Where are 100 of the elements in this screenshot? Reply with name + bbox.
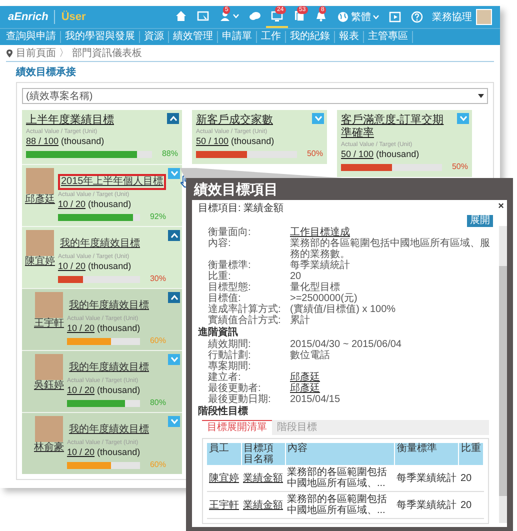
actual-target-value[interactable]: 50 / 100: [196, 136, 229, 146]
actual-target-value[interactable]: 10 / 20: [58, 199, 86, 209]
tab[interactable]: 目標展開清單: [202, 420, 272, 435]
field-value: 20: [290, 271, 302, 282]
photo-placeholder: [35, 416, 63, 442]
field-value: 2015/04/15: [290, 394, 342, 405]
table-link[interactable]: 王宇軒: [209, 500, 239, 510]
table-link[interactable]: 業績金額: [243, 500, 283, 510]
home-icon[interactable]: [175, 10, 187, 22]
field-label: 目標值:: [208, 293, 241, 304]
table-link[interactable]: 業績金額: [243, 472, 283, 484]
employee-name[interactable]: 吳鈺婷: [34, 380, 64, 391]
chevron-up-icon: [170, 116, 176, 121]
item-header: 目標項目: 業績金額: [198, 203, 284, 215]
expand-button[interactable]: [457, 113, 469, 124]
help-icon[interactable]: [411, 11, 423, 23]
photo-placeholder: [35, 354, 63, 380]
location-pin-icon: [6, 48, 13, 58]
field-link[interactable]: 邱彥廷: [290, 383, 320, 394]
table-link[interactable]: 陳宜婷: [209, 472, 239, 484]
scrollbar-thumb[interactable]: [499, 266, 507, 496]
field-label: 行動計劃:: [208, 350, 252, 361]
document-icon[interactable]: [293, 10, 305, 22]
actual-target-value[interactable]: 10 / 20: [58, 261, 86, 271]
close-button[interactable]: ×: [498, 202, 504, 212]
field-link[interactable]: 工作目標達成: [290, 227, 350, 238]
field-value: >=2500000(元): [290, 293, 358, 304]
field-link[interactable]: 邱彥廷: [290, 372, 320, 383]
unit-label: (thousand): [376, 149, 420, 159]
percent-label: 50%: [450, 161, 468, 173]
expand-button[interactable]: [168, 168, 180, 179]
percent-label: 50%: [306, 148, 323, 160]
field-label: 內容:: [208, 238, 232, 251]
collapse-button[interactable]: [168, 230, 180, 241]
column-header: 目標項目名稱: [244, 443, 274, 465]
chat-icon[interactable]: [249, 10, 261, 22]
section-title: 進階資訊: [198, 327, 239, 338]
screen-pointer-icon[interactable]: [197, 10, 209, 22]
table-cell: 業務部的各區範圍包括中國地區所有區域、...: [287, 494, 387, 516]
unit-label: (thousand): [231, 136, 274, 146]
section-title: 階段性目標: [198, 406, 249, 418]
goal-title[interactable]: 我的年度績效目標: [67, 298, 151, 314]
chevron-up-icon: [170, 233, 178, 238]
expand-button[interactable]: [168, 416, 180, 427]
unit-label: (thousand): [88, 199, 132, 209]
field-label: 績效期間:: [208, 339, 252, 350]
actual-target-value[interactable]: 10 / 20: [67, 385, 95, 395]
chevron-down-icon: [170, 171, 178, 176]
chevron-down-icon: [170, 357, 178, 362]
expand-button[interactable]: [312, 113, 324, 124]
actual-target-value[interactable]: 10 / 20: [67, 323, 95, 333]
unit-label: (thousand): [97, 385, 140, 395]
actual-target-value[interactable]: 10 / 20: [67, 447, 95, 457]
collapse-button[interactable]: [168, 292, 180, 303]
percent-label: 88%: [160, 148, 178, 160]
field-value: 累計: [290, 315, 311, 326]
avatar-placeholder[interactable]: [476, 9, 492, 25]
field-label: 最後更動者:: [208, 383, 261, 394]
actual-target-value[interactable]: 50 / 100: [341, 149, 374, 159]
goal-title[interactable]: 我的年度績效目標: [67, 360, 151, 376]
employee-name[interactable]: 陳宜婷: [25, 256, 55, 267]
employee-name[interactable]: 邱彥廷: [25, 194, 55, 205]
table-cell: 20: [460, 500, 472, 510]
project-select[interactable]: (績效專案名稱): [22, 88, 488, 104]
expand-button[interactable]: 展開: [467, 215, 493, 227]
breadcrumb-item[interactable]: 部門資訊儀表板: [72, 46, 142, 60]
scrollbar[interactable]: [499, 226, 507, 523]
globe-icon: [337, 11, 349, 23]
table-cell: 業務部的各區範圍包括中國地區所有區域、...: [287, 467, 387, 489]
goal-title[interactable]: 我的年度績效目標: [58, 236, 142, 252]
field-value: 業務部的各區範圍包括中國地區所有區域、服務的業務數。: [290, 238, 491, 260]
unit-label: (thousand): [88, 261, 132, 271]
column-header: 比重: [461, 443, 481, 454]
play-icon[interactable]: [389, 11, 401, 23]
breadcrumb-item[interactable]: 目前頁面: [16, 46, 56, 60]
actual-target-value[interactable]: 88 / 100: [26, 136, 59, 146]
column-header: 衡量標準: [397, 443, 437, 454]
chevron-down-icon: [460, 116, 466, 121]
goal-title[interactable]: 客戶滿意度-訂單交期準確率: [341, 114, 453, 140]
goal-title[interactable]: 2015年上半年個人目標: [58, 174, 166, 190]
goal-title[interactable]: 上半年度業績目標: [26, 114, 114, 127]
goal-title[interactable]: 我的年度績效目標: [67, 422, 151, 438]
employee-name[interactable]: 王宇軒: [34, 318, 64, 329]
field-label: 達成率計算方式:: [208, 304, 282, 315]
employee-name[interactable]: 林俞豪: [34, 442, 64, 453]
breadcrumb-separator: 〉: [59, 46, 69, 60]
chevron-up-icon: [170, 295, 178, 300]
monitor-icon[interactable]: [271, 10, 283, 22]
percent-label: 30%: [148, 273, 166, 285]
column-header: 員工: [209, 443, 229, 454]
caret-icon: [233, 13, 239, 19]
field-value: (實績值/目標值) x 100%: [290, 304, 397, 315]
expand-button[interactable]: [168, 354, 180, 365]
field-value: 數位電話: [290, 350, 331, 361]
collapse-button[interactable]: [167, 113, 179, 124]
app-name: Üser: [61, 10, 86, 25]
panel-title: 績效目標承接: [16, 66, 77, 80]
photo-placeholder: [26, 230, 54, 256]
goal-title[interactable]: 新客戶成交家數: [196, 114, 273, 127]
field-value: 量化型目標: [290, 282, 341, 293]
